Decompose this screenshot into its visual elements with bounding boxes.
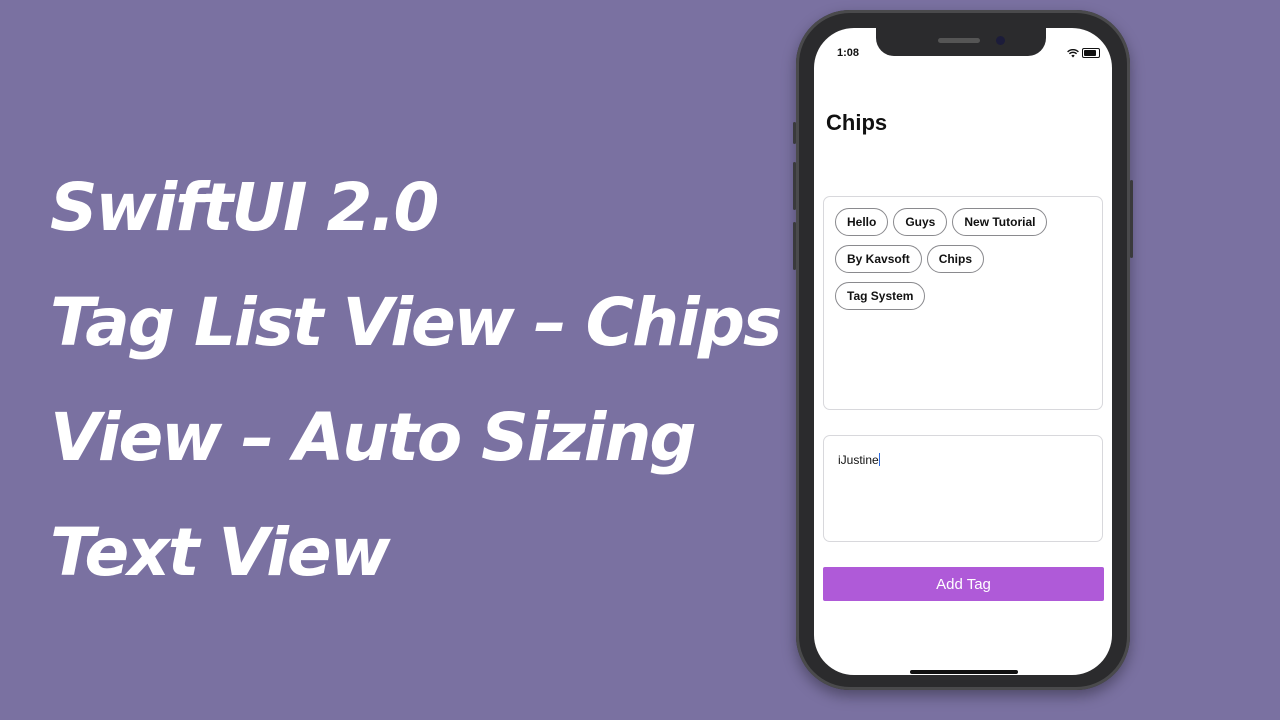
phone-mockup: 1:08 Chips Hello Guys New Tutorial By Ka…	[793, 10, 1133, 690]
headline-line-4: Text View	[50, 514, 391, 591]
text-caret	[878, 453, 880, 466]
tag-list-view: Hello Guys New Tutorial By Kavsoft Chips…	[823, 196, 1103, 410]
headline-line-3: View – Auto Sizing	[50, 399, 697, 476]
status-icons	[1067, 48, 1100, 58]
battery-icon	[1082, 48, 1100, 58]
add-tag-button[interactable]: Add Tag	[823, 567, 1104, 601]
chip-row: Hello Guys New Tutorial	[835, 208, 1048, 236]
camera	[996, 36, 1005, 45]
headline-line-2: Tag List View – Chips	[50, 284, 782, 361]
tag-chip[interactable]: Hello	[835, 208, 889, 236]
notch	[876, 28, 1046, 56]
power-button	[1130, 180, 1133, 258]
mute-switch	[793, 122, 796, 144]
tag-chip[interactable]: Chips	[926, 245, 985, 273]
volume-down-button	[793, 222, 796, 270]
tag-chip[interactable]: By Kavsoft	[835, 245, 922, 273]
chip-row: Tag System	[835, 282, 926, 310]
phone-screen: 1:08 Chips Hello Guys New Tutorial By Ka…	[814, 28, 1112, 675]
home-indicator	[910, 670, 1018, 674]
tag-chip[interactable]: Guys	[893, 208, 948, 236]
text-input-content: iJustine	[838, 453, 879, 467]
tag-chip[interactable]: New Tutorial	[952, 208, 1048, 236]
headline: SwiftUI 2.0 Tag List View – Chips View –…	[50, 150, 782, 610]
tag-chip[interactable]: Tag System	[835, 282, 926, 310]
text-input-value: iJustine	[838, 453, 880, 467]
tag-text-input[interactable]: iJustine	[823, 435, 1103, 542]
status-time: 1:08	[837, 47, 860, 59]
headline-line-1: SwiftUI 2.0	[50, 169, 439, 246]
volume-up-button	[793, 162, 796, 210]
nav-title: Chips	[826, 110, 888, 135]
wifi-icon	[1067, 48, 1079, 57]
chip-row: By Kavsoft Chips	[835, 245, 985, 273]
speaker	[938, 38, 980, 43]
